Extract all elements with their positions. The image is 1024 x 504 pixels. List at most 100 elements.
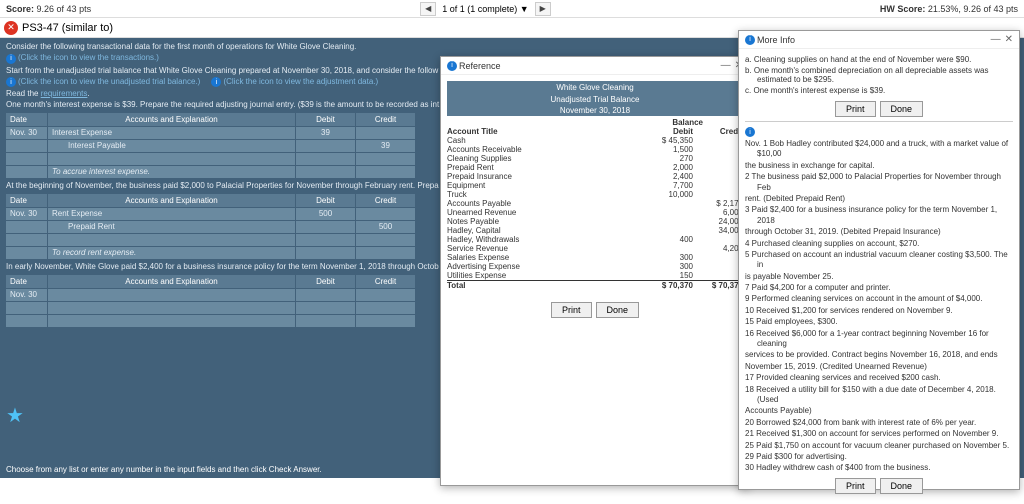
tb-row: Service Revenue4,200 bbox=[447, 244, 743, 253]
more-info-title: More Info bbox=[757, 35, 795, 45]
star-icon[interactable]: ★ bbox=[6, 403, 24, 428]
tb-row: Utilities Expense150 bbox=[447, 271, 743, 280]
total-label: Total bbox=[447, 281, 643, 290]
footer-hint: Choose from any list or enter any number… bbox=[6, 465, 322, 474]
tb-row: Cleaning Supplies270 bbox=[447, 154, 743, 163]
transaction-item: is payable November 25. bbox=[745, 272, 1013, 282]
done-button[interactable]: Done bbox=[880, 478, 924, 494]
col-credit: Credit bbox=[693, 127, 743, 136]
transaction-item: through October 31, 2019. (Debited Prepa… bbox=[745, 227, 1013, 237]
adjustment-item: a. Cleaning supplies on hand at the end … bbox=[745, 55, 1013, 64]
score-label: Score: bbox=[6, 4, 34, 14]
score-value: 9.26 of 43 pts bbox=[37, 4, 92, 14]
transaction-item: 10 Received $1,200 for services rendered… bbox=[745, 306, 1013, 316]
date-month: Nov. bbox=[10, 128, 26, 137]
account-input[interactable]: Prepaid Rent bbox=[48, 221, 296, 233]
print-button[interactable]: Print bbox=[835, 478, 876, 494]
tb-row: Salaries Expense300 bbox=[447, 253, 743, 262]
info-icon: i bbox=[745, 127, 755, 137]
close-icon[interactable]: ✕ bbox=[1005, 34, 1013, 45]
requirements-link[interactable]: requirements bbox=[41, 89, 88, 98]
tb-row: Equipment7,700 bbox=[447, 181, 743, 190]
journal-table-2: Date Accounts and Explanation Debit Cred… bbox=[6, 194, 416, 259]
info-icon[interactable]: i bbox=[6, 54, 16, 64]
tb-row: Prepaid Rent2,000 bbox=[447, 163, 743, 172]
done-button[interactable]: Done bbox=[596, 302, 640, 318]
adjustment-link[interactable]: (Click the icon to view the adjustment d… bbox=[223, 77, 378, 86]
done-button[interactable]: Done bbox=[880, 101, 924, 117]
tb-row: Accounts Receivable1,500 bbox=[447, 145, 743, 154]
journal-table-1: Date Accounts and Explanation Debit Cred… bbox=[6, 113, 416, 178]
trial-balance-link[interactable]: (Click the icon to view the unadjusted t… bbox=[18, 77, 200, 86]
info-icon[interactable]: i bbox=[6, 77, 16, 87]
journal-table-3: Date Accounts and Explanation Debit Cred… bbox=[6, 275, 416, 327]
col-date: Date bbox=[6, 113, 48, 126]
adjustment-item: b. One month's combined depreciation on … bbox=[745, 66, 1013, 84]
tb-row: Notes Payable24,000 bbox=[447, 217, 743, 226]
print-button[interactable]: Print bbox=[551, 302, 592, 318]
tb-row: Cash$ 45,350 bbox=[447, 136, 743, 145]
transactions-link[interactable]: (Click the icon to view the transactions… bbox=[18, 53, 159, 62]
question-title: PS3-47 (similar to) bbox=[22, 22, 113, 34]
col-debit: Debit bbox=[296, 113, 356, 126]
transaction-item: 20 Borrowed $24,000 from bank with inter… bbox=[745, 418, 1013, 428]
entry-description: To record rent expense. bbox=[48, 247, 296, 259]
credit-input[interactable] bbox=[356, 289, 416, 301]
tb-row: Truck10,000 bbox=[447, 190, 743, 199]
transaction-item: 4 Purchased cleaning supplies on account… bbox=[745, 239, 1013, 249]
transaction-item: 25 Paid $1,750 on account for vacuum cle… bbox=[745, 441, 1013, 451]
transaction-item: 29 Paid $300 for advertising. bbox=[745, 452, 1013, 462]
col-account-title: Account Title bbox=[447, 127, 643, 136]
debit-input[interactable]: 39 bbox=[296, 127, 356, 139]
col-debit: Debit bbox=[643, 127, 693, 136]
transaction-item: 9 Performed cleaning services on account… bbox=[745, 294, 1013, 304]
debit-input[interactable]: 500 bbox=[296, 208, 356, 220]
more-info-modal: i More Info — ✕ a. Cleaning supplies on … bbox=[738, 30, 1020, 490]
read-label: Read the bbox=[6, 89, 41, 98]
transaction-item: November 15, 2019. (Credited Unearned Re… bbox=[745, 362, 1013, 372]
nav-prev-button[interactable]: ◀ bbox=[420, 2, 436, 16]
tb-company: White Glove Cleaning bbox=[447, 81, 743, 94]
top-bar: Score: 9.26 of 43 pts ◀ 1 of 1 (1 comple… bbox=[0, 0, 1024, 18]
status-icon: ✕ bbox=[4, 21, 18, 35]
transaction-item: 7 Paid $4,200 for a computer and printer… bbox=[745, 283, 1013, 293]
account-input[interactable] bbox=[48, 289, 296, 301]
transaction-item: 21 Received $1,300 on account for servic… bbox=[745, 429, 1013, 439]
col-credit: Credit bbox=[356, 113, 416, 126]
balance-label: Balance bbox=[447, 118, 743, 127]
account-input[interactable]: Interest Payable bbox=[48, 140, 296, 152]
transaction-item: Accounts Payable) bbox=[745, 406, 1013, 416]
minimize-icon[interactable]: — bbox=[721, 60, 731, 71]
credit-input[interactable]: 500 bbox=[356, 221, 416, 233]
account-input[interactable]: Interest Expense bbox=[48, 127, 296, 139]
tb-date: November 30, 2018 bbox=[447, 105, 743, 116]
print-button[interactable]: Print bbox=[835, 101, 876, 117]
total-debit: $ 70,370 bbox=[643, 281, 693, 290]
transaction-item: 30 Hadley withdrew cash of $400 from the… bbox=[745, 463, 1013, 473]
tb-row: Hadley, Capital34,000 bbox=[447, 226, 743, 235]
tb-row: Accounts Payable$ 2,170 bbox=[447, 199, 743, 208]
credit-input[interactable] bbox=[356, 127, 416, 139]
nav-next-button[interactable]: ▶ bbox=[535, 2, 551, 16]
debit-input[interactable] bbox=[296, 140, 356, 152]
col-account: Accounts and Explanation bbox=[48, 113, 296, 126]
info-icon: i bbox=[447, 61, 457, 71]
minimize-icon[interactable]: — bbox=[991, 34, 1001, 45]
hw-score-label: HW Score: bbox=[880, 4, 926, 14]
transaction-item: rent. (Debited Prepaid Rent) bbox=[745, 194, 1013, 204]
debit-input[interactable] bbox=[296, 289, 356, 301]
reference-modal: i Reference — ✕ White Glove Cleaning Una… bbox=[440, 56, 750, 486]
adjustment-item: c. One month's interest expense is $39. bbox=[745, 86, 1013, 95]
transaction-item: 5 Purchased on account an industrial vac… bbox=[745, 250, 1013, 271]
nav-position[interactable]: 1 of 1 (1 complete) ▼ bbox=[438, 4, 532, 14]
transaction-item: 2 The business paid $2,000 to Palacial P… bbox=[745, 172, 1013, 193]
account-input[interactable]: Rent Expense bbox=[48, 208, 296, 220]
transaction-item: services to be provided. Contract begins… bbox=[745, 350, 1013, 360]
credit-input[interactable]: 39 bbox=[356, 140, 416, 152]
transaction-item: 16 Received $6,000 for a 1-year contract… bbox=[745, 329, 1013, 350]
info-icon[interactable]: i bbox=[211, 77, 221, 87]
transaction-item: 17 Provided cleaning services and receiv… bbox=[745, 373, 1013, 383]
transaction-item: 15 Paid employees, $300. bbox=[745, 317, 1013, 327]
tb-row: Advertising Expense300 bbox=[447, 262, 743, 271]
hw-score-value: 21.53%, 9.26 of 43 pts bbox=[928, 4, 1018, 14]
